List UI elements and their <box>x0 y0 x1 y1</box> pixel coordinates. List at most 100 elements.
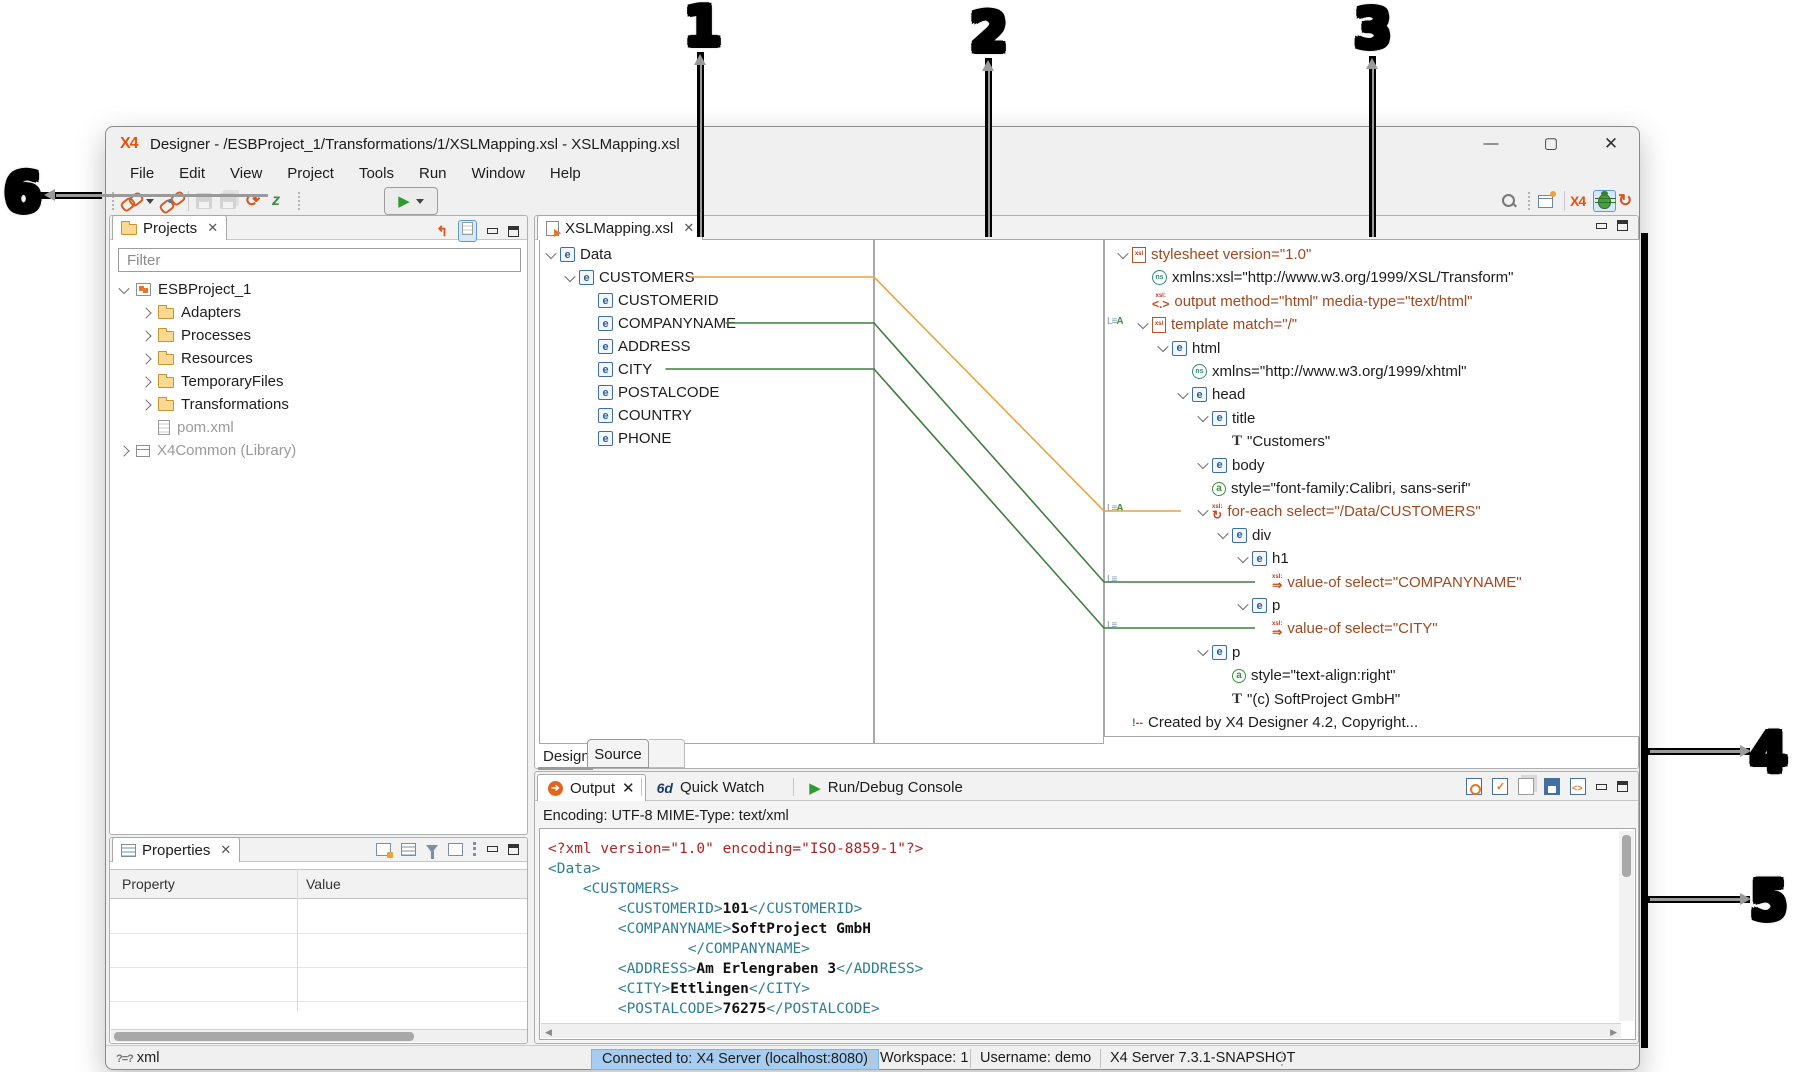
xslt-node[interactable]: !--Created by X4 Designer 4.2, Copyright… <box>1119 712 1418 733</box>
menu-window[interactable]: Window <box>462 161 535 187</box>
chevron-down-icon[interactable] <box>1177 388 1188 399</box>
mapping-anchor-icon[interactable]: L≡ <box>1107 574 1116 585</box>
edit-table-icon[interactable] <box>376 843 391 856</box>
xslt-node[interactable]: ep <box>1199 642 1240 663</box>
chevron-down-icon[interactable] <box>545 247 556 258</box>
xslt-node[interactable]: xsl:↻for-each select="/Data/CUSTOMERS" <box>1199 501 1481 522</box>
chevron-down-icon[interactable] <box>1197 645 1208 656</box>
filter-properties-icon[interactable] <box>426 845 438 853</box>
properties-hscrollbar[interactable] <box>111 1029 527 1042</box>
chevron-down-icon[interactable] <box>118 282 129 293</box>
tree-item-resources[interactable]: Resources <box>110 347 527 370</box>
xslt-node[interactable]: xsl:⇒value-of select="COMPANYNAME" <box>1259 572 1522 593</box>
xslt-node[interactable]: ep <box>1239 595 1280 616</box>
transform-button[interactable]: z <box>272 190 280 212</box>
tab-run-debug-console[interactable]: ▶Run/Debug Console <box>799 774 973 801</box>
maximize-panel-button[interactable] <box>1617 220 1628 231</box>
source-node-postalcode[interactable]: ePOSTALCODE <box>585 382 719 403</box>
menu-tools[interactable]: Tools <box>349 161 404 187</box>
find-in-output-icon[interactable] <box>1466 778 1482 795</box>
xslt-node[interactable]: T"Customers" <box>1219 431 1330 452</box>
menu-run[interactable]: Run <box>409 161 457 187</box>
xslt-node[interactable]: xsltemplate match="/" <box>1139 314 1297 335</box>
chevron-down-icon[interactable] <box>1237 598 1248 609</box>
minimize-panel-button[interactable] <box>487 228 498 234</box>
mapping-canvas[interactable] <box>874 239 1104 744</box>
chevron-down-icon[interactable] <box>1197 505 1208 516</box>
chevron-right-icon[interactable] <box>140 376 151 387</box>
source-node-country[interactable]: eCOUNTRY <box>585 405 692 426</box>
save-output-icon[interactable] <box>1544 778 1560 795</box>
chevron-down-icon[interactable] <box>1197 458 1208 469</box>
xslt-node[interactable]: xsl:⇒value-of select="CITY" <box>1259 618 1438 639</box>
source-node-city[interactable]: eCITY <box>585 359 652 380</box>
window-maximize-button[interactable]: ▢ <box>1528 129 1574 159</box>
xslt-node[interactable]: etitle <box>1199 408 1255 429</box>
xslt-node[interactable]: ebody <box>1199 455 1265 476</box>
tab-quick-watch[interactable]: 6dQuick Watch <box>647 774 775 801</box>
run-button[interactable]: ▶ <box>384 187 438 215</box>
search-button[interactable] <box>1501 190 1517 212</box>
show-categories-icon[interactable] <box>401 843 416 856</box>
source-node-customers[interactable]: eCUSTOMERS <box>566 267 695 288</box>
sync-button[interactable]: ↻ <box>1618 190 1632 212</box>
source-node-companyname[interactable]: eCOMPANYNAME <box>585 313 736 334</box>
tab-projects[interactable]: Projects ✕ <box>112 215 227 240</box>
close-icon[interactable]: ✕ <box>220 842 231 858</box>
view-source-icon[interactable] <box>1570 778 1586 795</box>
window-close-button[interactable]: ✕ <box>1588 129 1634 159</box>
menu-help[interactable]: Help <box>540 161 591 187</box>
maximize-panel-button[interactable] <box>1617 781 1628 792</box>
new-view-button[interactable] <box>1538 190 1553 212</box>
chevron-down-icon[interactable] <box>1137 318 1148 329</box>
chevron-down-icon[interactable] <box>1117 247 1128 258</box>
minimize-panel-button[interactable] <box>1596 784 1607 790</box>
collapse-all-button[interactable]: ↰ <box>436 223 448 240</box>
view-menu-icon[interactable] <box>473 842 477 856</box>
tab-design[interactable]: Design <box>543 748 590 765</box>
xslt-node[interactable]: ediv <box>1219 525 1271 546</box>
chevron-down-icon[interactable] <box>1197 411 1208 422</box>
x4-perspective-button[interactable]: X4 <box>1570 190 1585 212</box>
xslt-node[interactable]: nsxmlns="http://www.w3.org/1999/xhtml" <box>1179 361 1467 382</box>
scrollbar-thumb[interactable] <box>114 1032 414 1041</box>
filter-input[interactable] <box>118 248 521 272</box>
menu-file[interactable]: File <box>120 161 164 187</box>
xslt-node[interactable]: xslstylesheet version="1.0" <box>1119 244 1311 265</box>
tree-item-esbproject-1[interactable]: ESBProject_1 <box>110 278 527 301</box>
tree-item-x4common-library-[interactable]: X4Common (Library) <box>110 439 527 462</box>
chevron-down-icon[interactable] <box>1217 528 1228 539</box>
menu-edit[interactable]: Edit <box>169 161 215 187</box>
column-divider[interactable] <box>297 869 298 1011</box>
copy-icon[interactable] <box>1518 778 1534 795</box>
mapping-anchor-icon[interactable]: L≡A <box>1107 503 1123 514</box>
xslt-node[interactable]: xsl:<.>output method="html" media-type="… <box>1139 291 1472 312</box>
tree-item-transformations[interactable]: Transformations <box>110 393 527 416</box>
close-icon[interactable]: ✕ <box>622 779 635 797</box>
mapping-anchor-icon[interactable]: L≡ <box>1107 620 1116 631</box>
close-icon[interactable]: ✕ <box>683 220 694 236</box>
close-icon[interactable]: ✕ <box>207 220 218 236</box>
xslt-node[interactable]: nsxmlns:xsl="http://www.w3.org/1999/XSL/… <box>1139 267 1513 288</box>
maximize-panel-button[interactable] <box>508 844 519 855</box>
scrollbar-thumb[interactable] <box>1622 835 1631 877</box>
source-node-customerid[interactable]: eCUSTOMERID <box>585 290 719 311</box>
minimize-panel-button[interactable] <box>1596 223 1607 229</box>
output-code-area[interactable]: ◀ ▶ <?xml version="1.0" encoding="ISO-88… <box>539 828 1636 1040</box>
tree-item-pom-xml[interactable]: pom.xml <box>110 416 527 439</box>
source-node-address[interactable]: eADDRESS <box>585 336 691 357</box>
tree-item-adapters[interactable]: Adapters <box>110 301 527 324</box>
window-minimize-button[interactable]: — <box>1468 129 1514 159</box>
xslt-node[interactable]: astyle="font-family:Calibri, sans-serif" <box>1199 478 1470 499</box>
chevron-right-icon[interactable] <box>140 353 151 364</box>
tab-xslmapping[interactable]: XSLMapping.xsl ✕ <box>537 215 703 240</box>
xslt-node[interactable]: ehtml <box>1159 338 1220 359</box>
tab-properties[interactable]: Properties ✕ <box>112 837 240 862</box>
xslt-node[interactable]: ehead <box>1179 384 1245 405</box>
tab-source[interactable]: Source <box>587 739 649 768</box>
xslt-node[interactable]: T"(c) SoftProject GmbH" <box>1219 689 1400 710</box>
source-node-data[interactable]: eData <box>547 244 612 265</box>
xslt-node[interactable]: eh1 <box>1239 548 1289 569</box>
link-with-editor-button[interactable] <box>458 220 477 242</box>
chevron-down-icon[interactable] <box>1237 552 1248 563</box>
